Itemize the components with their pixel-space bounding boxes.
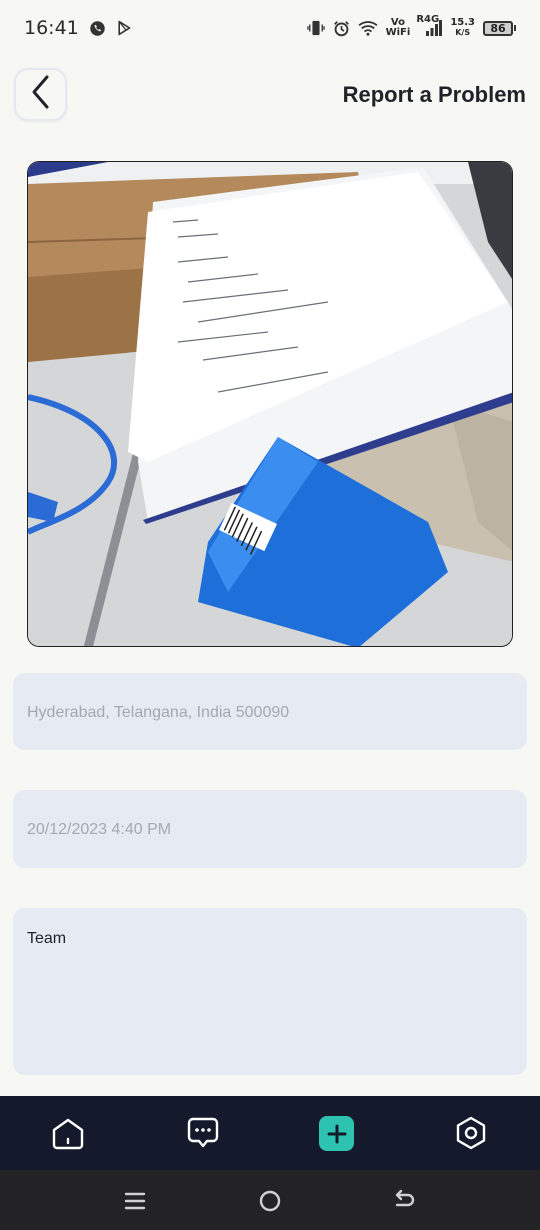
play-store-icon xyxy=(116,20,132,36)
signal-icon: R4G xyxy=(416,15,443,37)
vibrate-icon xyxy=(306,20,325,36)
recent-apps-icon[interactable] xyxy=(122,1188,148,1214)
home-circle-icon[interactable] xyxy=(257,1188,283,1214)
status-time: 16:41 xyxy=(24,17,79,39)
chevron-left-icon xyxy=(29,74,53,115)
photo-image xyxy=(28,162,512,646)
network-type: R4G xyxy=(416,14,440,25)
home-icon[interactable] xyxy=(49,1114,87,1152)
bottom-nav xyxy=(0,1096,540,1170)
chat-icon[interactable] xyxy=(184,1114,222,1152)
problem-photo[interactable] xyxy=(27,161,513,647)
datetime-value: 20/12/2023 4:40 PM xyxy=(27,821,172,838)
page-title: Report a Problem xyxy=(342,82,526,107)
location-value: Hyderabad, Telangana, India 500090 xyxy=(27,704,290,721)
datetime-field[interactable]: 20/12/2023 4:40 PM xyxy=(13,790,527,868)
status-bar: 16:41 Vo WiFi R4G 15.3 K/S 86 xyxy=(0,0,540,56)
speed-indicator: 15.3 K/S xyxy=(450,17,475,38)
battery-level: 86 xyxy=(483,20,513,36)
system-nav xyxy=(0,1170,540,1230)
back-arrow-icon[interactable] xyxy=(392,1188,418,1214)
settings-icon[interactable] xyxy=(452,1114,490,1152)
status-left: 16:41 xyxy=(24,17,132,39)
status-right: Vo WiFi R4G 15.3 K/S 86 xyxy=(306,15,516,38)
battery-icon: 86 xyxy=(483,20,516,36)
description-textarea[interactable]: Team xyxy=(13,908,527,1075)
whatsapp-icon xyxy=(89,20,106,37)
network-label: Vo WiFi xyxy=(385,17,411,38)
alarm-icon xyxy=(333,20,350,37)
wifi-icon xyxy=(358,20,378,36)
back-button[interactable] xyxy=(14,68,67,121)
add-icon[interactable] xyxy=(319,1116,354,1151)
location-field[interactable]: Hyderabad, Telangana, India 500090 xyxy=(13,673,527,750)
description-value: Team xyxy=(27,930,67,947)
